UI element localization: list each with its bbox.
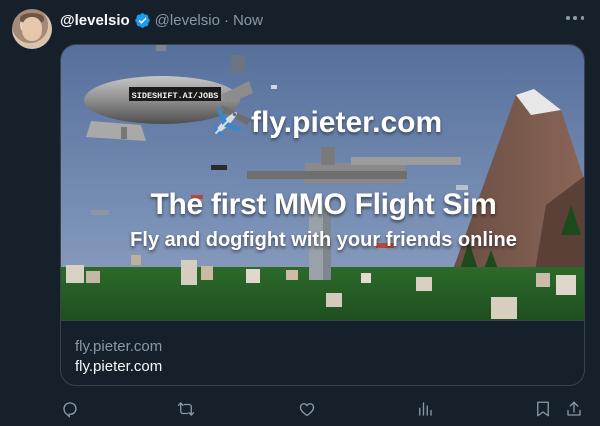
views-icon[interactable] bbox=[414, 398, 436, 420]
user-handle[interactable]: @levelsio bbox=[155, 12, 220, 29]
link-card[interactable]: SIDESHIFT.AI/JOBS fly.pieter.com The fir… bbox=[60, 44, 585, 386]
verified-badge-icon bbox=[134, 12, 151, 29]
brand-text: fly.pieter.com bbox=[251, 106, 443, 139]
card-footer[interactable]: fly.pieter.com fly.pieter.com bbox=[61, 320, 584, 385]
reply-icon[interactable] bbox=[59, 398, 81, 420]
brand-logo: fly.pieter.com bbox=[209, 106, 442, 140]
share-icon[interactable] bbox=[563, 398, 585, 420]
more-icon[interactable] bbox=[566, 14, 584, 22]
card-title: fly.pieter.com bbox=[75, 358, 163, 375]
blimp-banner: SIDESHIFT.AI/JOBS bbox=[132, 91, 219, 101]
tweet-header: @levelsio @levelsio · Now bbox=[60, 10, 263, 30]
bookmark-icon[interactable] bbox=[532, 398, 554, 420]
avatar[interactable] bbox=[12, 9, 52, 49]
like-icon[interactable] bbox=[296, 398, 318, 420]
separator-dot: · bbox=[223, 11, 229, 29]
card-headline: The first MMO Flight Sim bbox=[150, 188, 497, 221]
card-image[interactable]: SIDESHIFT.AI/JOBS fly.pieter.com The fir… bbox=[61, 45, 584, 320]
retweet-icon[interactable] bbox=[175, 398, 197, 420]
timestamp[interactable]: Now bbox=[233, 12, 263, 29]
card-subheadline: Fly and dogfight with your friends onlin… bbox=[130, 229, 517, 251]
card-domain: fly.pieter.com bbox=[75, 338, 163, 355]
airplane-icon bbox=[209, 106, 243, 140]
tweet-actions bbox=[60, 398, 585, 420]
display-name[interactable]: @levelsio bbox=[60, 12, 130, 29]
